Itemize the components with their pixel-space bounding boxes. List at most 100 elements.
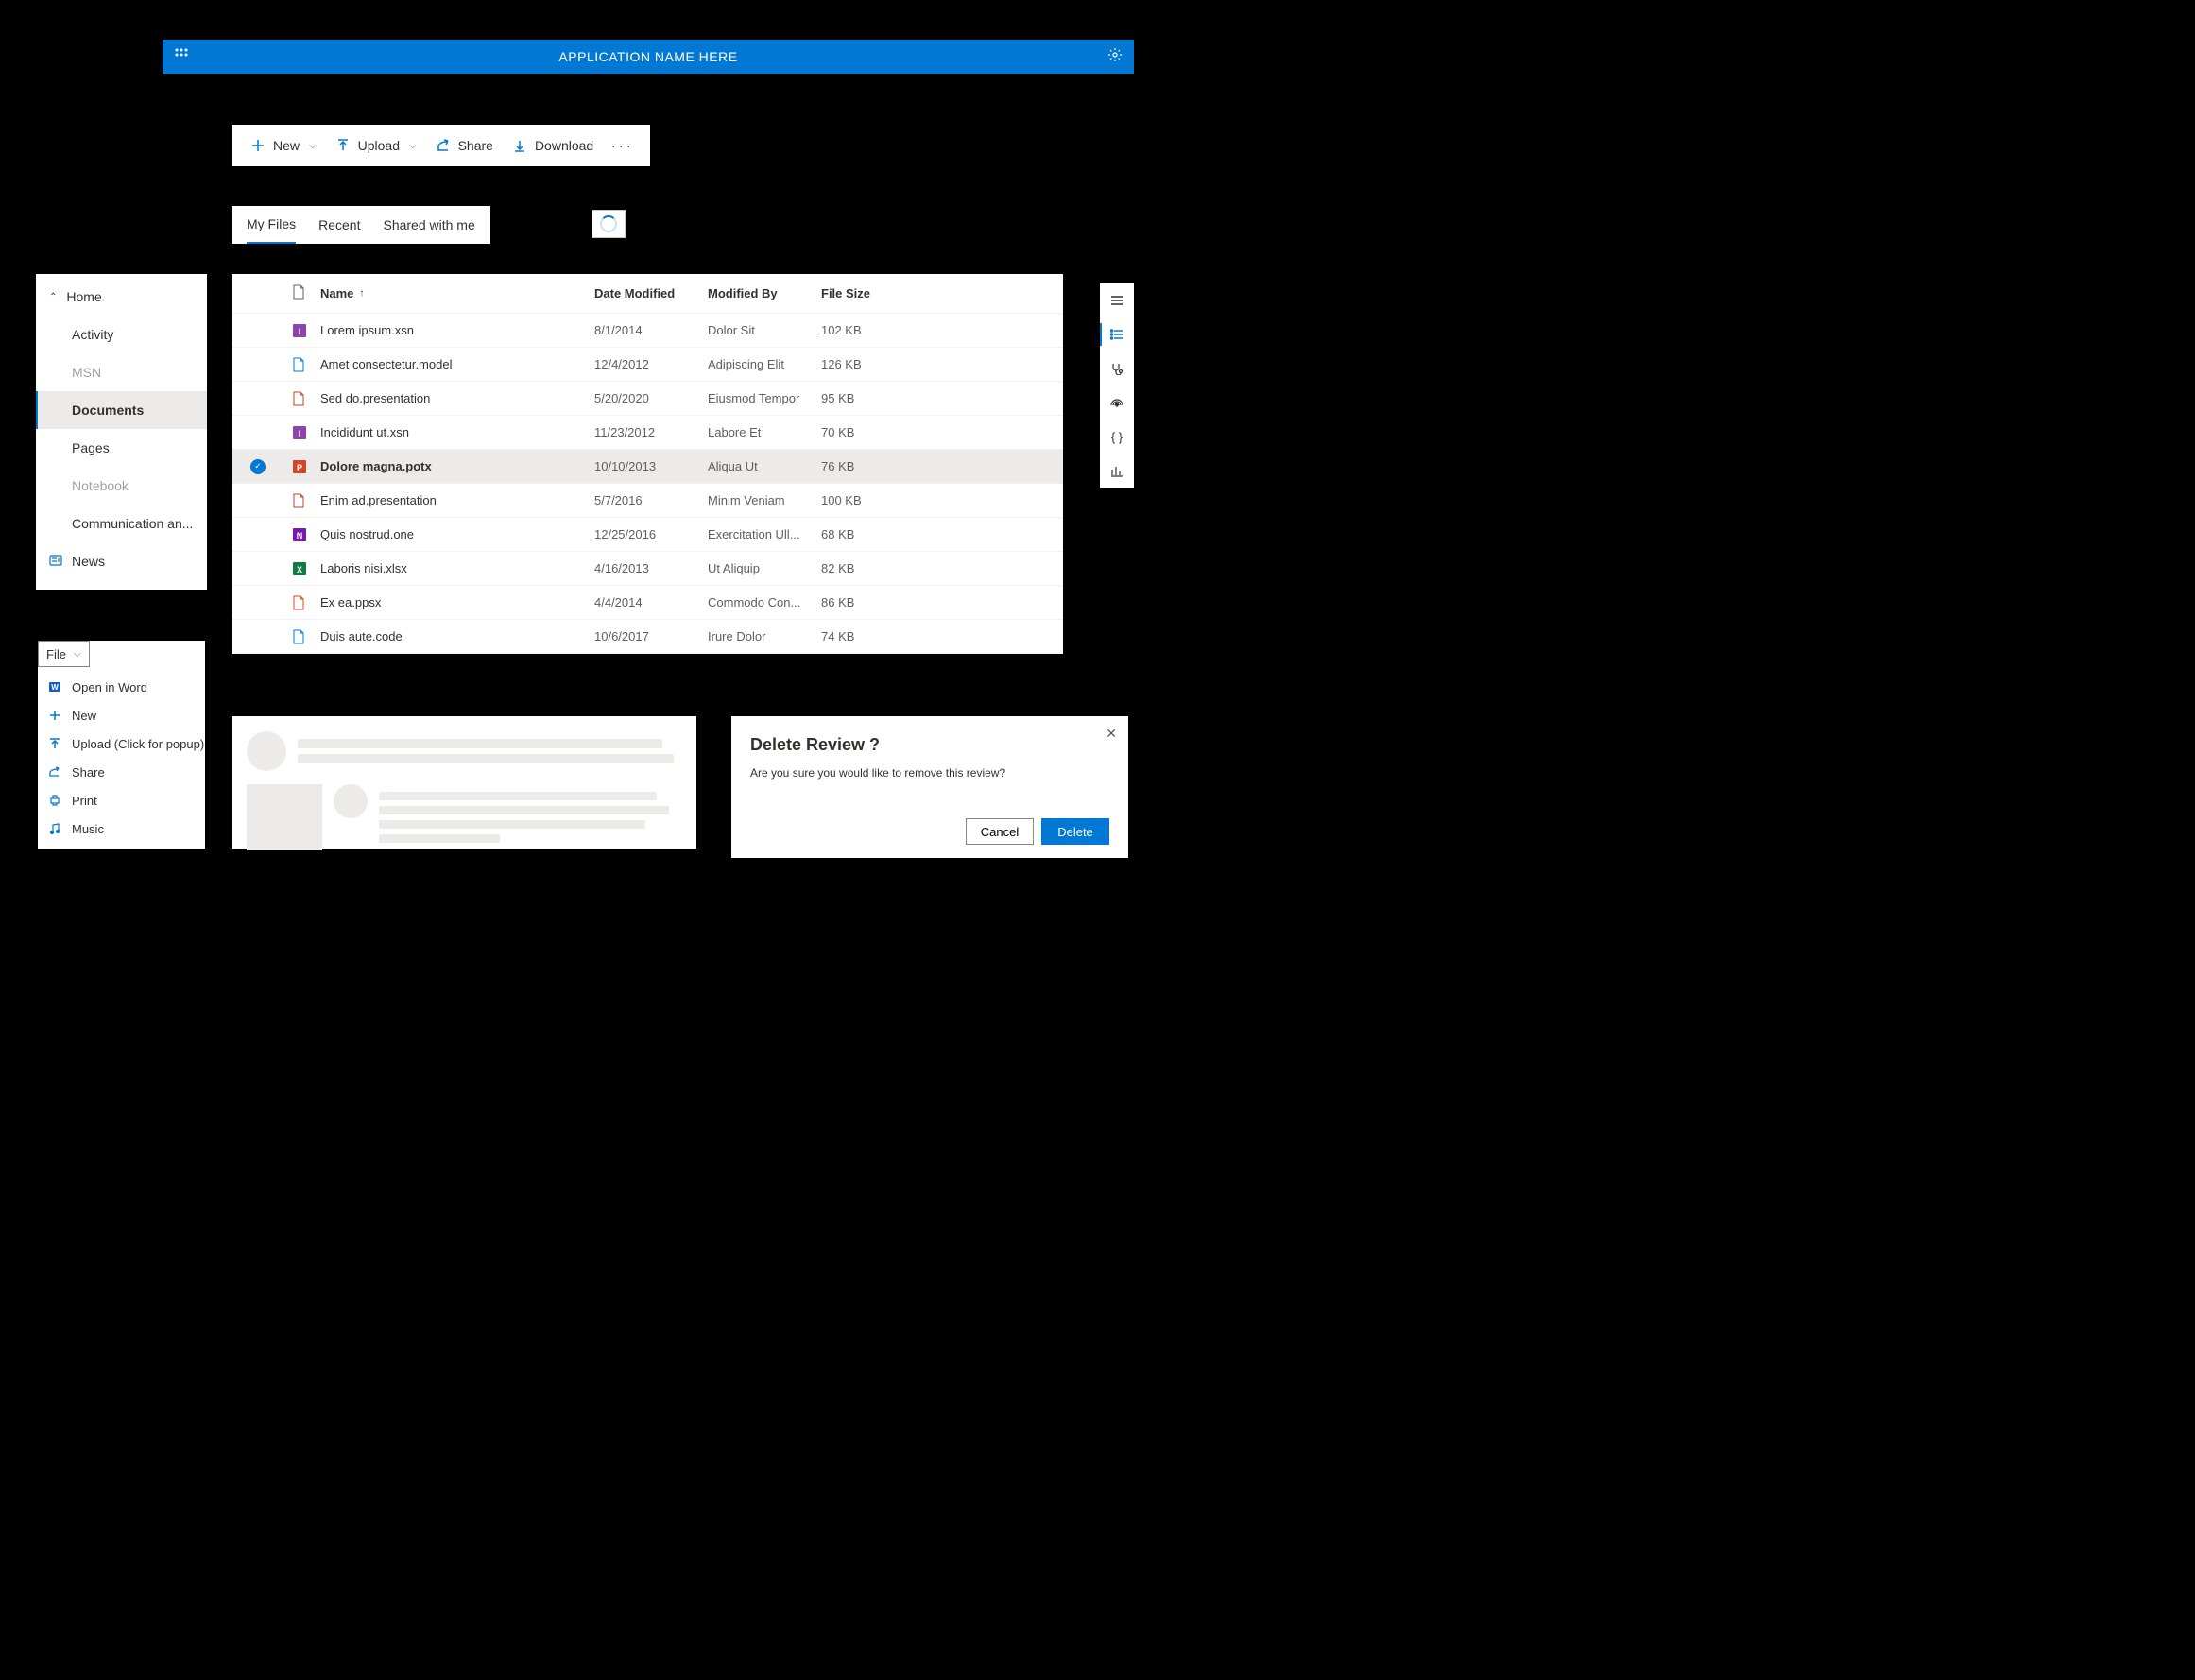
svg-text:I: I	[299, 429, 301, 438]
file-size: 95 KB	[821, 391, 935, 405]
download-label: Download	[535, 138, 593, 153]
file-size: 82 KB	[821, 561, 935, 575]
more-button[interactable]: ···	[603, 136, 641, 156]
music-icon	[47, 823, 62, 834]
cancel-button[interactable]: Cancel	[966, 818, 1034, 845]
delete-button[interactable]: Delete	[1041, 818, 1109, 845]
rail-stethoscope[interactable]	[1100, 351, 1134, 386]
svg-text:N: N	[297, 531, 303, 540]
file-size: 70 KB	[821, 425, 935, 439]
file-size: 76 KB	[821, 459, 935, 473]
sidebar-item-news[interactable]: News	[36, 542, 207, 580]
shimmer-avatar	[247, 731, 286, 771]
col-date[interactable]: Date Modified	[594, 286, 708, 300]
menu-print[interactable]: Print	[38, 786, 205, 814]
shimmer-square	[247, 784, 322, 850]
sidebar-item-notebook[interactable]: Notebook	[36, 467, 207, 505]
table-row[interactable]: Enim ad.presentation 5/7/2016 Minim Veni…	[232, 484, 1063, 518]
file-author: Exercitation Ull...	[708, 527, 821, 541]
table-row[interactable]: Amet consectetur.model 12/4/2012 Adipisc…	[232, 348, 1063, 382]
file-author: Adipiscing Elit	[708, 357, 821, 371]
menu-music[interactable]: Music	[38, 814, 205, 843]
sort-asc-icon: ↑	[359, 288, 364, 299]
delete-dialog: ✕ Delete Review ? Are you sure you would…	[731, 716, 1128, 858]
sidebar-item-communication[interactable]: Communication an...	[36, 505, 207, 542]
tab-my-files[interactable]: My Files	[247, 206, 296, 244]
col-size[interactable]: File Size	[821, 286, 935, 300]
file-button[interactable]: File ⌵	[38, 641, 90, 667]
menu-upload[interactable]: Upload (Click for popup)	[38, 729, 205, 758]
sidebar-item-pages[interactable]: Pages	[36, 429, 207, 467]
file-name: Laboris nisi.xlsx	[320, 561, 594, 575]
print-icon	[47, 795, 62, 806]
file-type-icon: P	[292, 459, 307, 474]
table-row[interactable]: I Lorem ipsum.xsn 8/1/2014 Dolor Sit 102…	[232, 314, 1063, 348]
new-button[interactable]: New ⌵	[241, 125, 326, 166]
dialog-title: Delete Review ?	[750, 735, 1109, 755]
file-size: 102 KB	[821, 323, 935, 337]
table-header: Name ↑ Date Modified Modified By File Si…	[232, 274, 1063, 314]
rail-radar[interactable]	[1100, 386, 1134, 420]
waffle-icon[interactable]	[174, 47, 189, 67]
table-row[interactable]: Sed do.presentation 5/20/2020 Eiusmod Te…	[232, 382, 1063, 416]
news-icon	[49, 554, 62, 569]
file-type-icon: N	[292, 527, 307, 542]
svg-text:P: P	[297, 463, 302, 472]
settings-icon[interactable]	[1107, 47, 1123, 67]
col-name[interactable]: Name	[320, 286, 353, 300]
rail-chart[interactable]	[1100, 454, 1134, 488]
rail-list[interactable]	[1100, 317, 1134, 351]
check-icon: ✓	[250, 459, 266, 474]
file-type-icon	[292, 493, 307, 508]
svg-text:W: W	[51, 683, 59, 692]
shimmer-line	[379, 834, 500, 843]
file-date: 11/23/2012	[594, 425, 708, 439]
file-btn-label: File	[46, 647, 66, 661]
file-author: Minim Veniam	[708, 493, 821, 507]
menu-open-word[interactable]: WOpen in Word	[38, 673, 205, 701]
file-date: 10/6/2017	[594, 629, 708, 643]
tab-recent[interactable]: Recent	[318, 206, 360, 244]
upload-icon	[335, 138, 351, 153]
spinner	[592, 210, 626, 238]
share-icon	[47, 766, 62, 778]
plus-icon	[47, 710, 62, 721]
shimmer-line	[379, 806, 669, 814]
table-row[interactable]: ✓ P Dolore magna.potx 10/10/2013 Aliqua …	[232, 450, 1063, 484]
shimmer-placeholder	[232, 716, 696, 849]
sidebar-item-home[interactable]: ⌃ Home	[36, 278, 207, 316]
col-by[interactable]: Modified By	[708, 286, 821, 300]
file-type-icon	[292, 391, 307, 406]
menu-share[interactable]: Share	[38, 758, 205, 786]
close-icon[interactable]: ✕	[1106, 726, 1117, 742]
file-date: 12/25/2016	[594, 527, 708, 541]
rail-braces[interactable]: { }	[1100, 420, 1134, 454]
table-row[interactable]: I Incididunt ut.xsn 11/23/2012 Labore Et…	[232, 416, 1063, 450]
tab-shared[interactable]: Shared with me	[383, 206, 474, 244]
home-label: Home	[66, 289, 101, 304]
file-name: Duis aute.code	[320, 629, 594, 643]
table-row[interactable]: N Quis nostrud.one 12/25/2016 Exercitati…	[232, 518, 1063, 552]
file-date: 4/4/2014	[594, 595, 708, 609]
share-button[interactable]: Share	[426, 125, 503, 166]
table-row[interactable]: Ex ea.ppsx 4/4/2014 Commodo Con... 86 KB	[232, 586, 1063, 620]
sidebar-item-activity[interactable]: Activity	[36, 316, 207, 353]
file-name: Dolore magna.potx	[320, 459, 594, 473]
file-date: 5/7/2016	[594, 493, 708, 507]
file-size: 100 KB	[821, 493, 935, 507]
table-row[interactable]: X Laboris nisi.xlsx 4/16/2013 Ut Aliquip…	[232, 552, 1063, 586]
upload-icon	[47, 738, 62, 749]
upload-button[interactable]: Upload ⌵	[326, 125, 426, 166]
command-bar: New ⌵ Upload ⌵ Share Download ···	[232, 125, 650, 166]
menu-new[interactable]: New	[38, 701, 205, 729]
file-size: 68 KB	[821, 527, 935, 541]
table-row[interactable]: Duis aute.code 10/6/2017 Irure Dolor 74 …	[232, 620, 1063, 654]
download-button[interactable]: Download	[503, 125, 603, 166]
sidebar-item-msn[interactable]: MSN	[36, 353, 207, 391]
upload-label: Upload	[358, 138, 400, 153]
share-label: Share	[72, 765, 105, 780]
new-label: New	[72, 709, 96, 723]
shimmer-line	[298, 739, 662, 748]
rail-hamburger[interactable]	[1100, 283, 1134, 317]
sidebar-item-documents[interactable]: Documents	[36, 391, 207, 429]
